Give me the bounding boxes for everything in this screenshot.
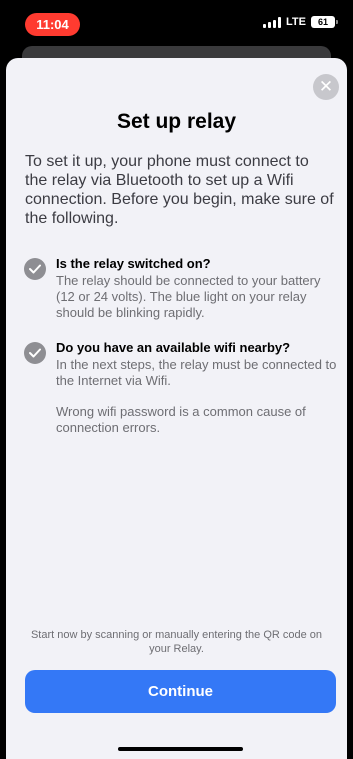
footer-hint: Start now by scanning or manually enteri… — [30, 629, 323, 655]
home-indicator[interactable] — [118, 747, 243, 751]
item-heading: Is the relay switched on? — [56, 256, 211, 271]
signal-icon — [263, 16, 282, 28]
intro-text: To set it up, your phone must connect to… — [25, 153, 334, 227]
status-bar: 11:04 LTE 61 — [0, 0, 353, 40]
check-icon — [24, 258, 46, 280]
item-body: In the next steps, the relay must be con… — [56, 357, 337, 388]
network-label: LTE — [286, 16, 306, 28]
status-time[interactable]: 11:04 — [25, 13, 80, 36]
battery-icon: 61 — [311, 16, 338, 28]
close-button[interactable]: ✕ — [313, 74, 339, 100]
continue-button[interactable]: Continue — [25, 670, 336, 713]
close-icon: ✕ — [318, 77, 334, 96]
check-icon — [24, 342, 46, 364]
item-heading: Do you have an available wifi nearby? — [56, 340, 291, 355]
item-note: Wrong wifi password is a common cause of… — [56, 404, 306, 435]
battery-level: 61 — [317, 17, 328, 27]
page-title: Set up relay — [116, 110, 237, 133]
status-indicators: LTE 61 — [263, 16, 338, 28]
item-body: The relay should be connected to your ba… — [56, 273, 321, 320]
